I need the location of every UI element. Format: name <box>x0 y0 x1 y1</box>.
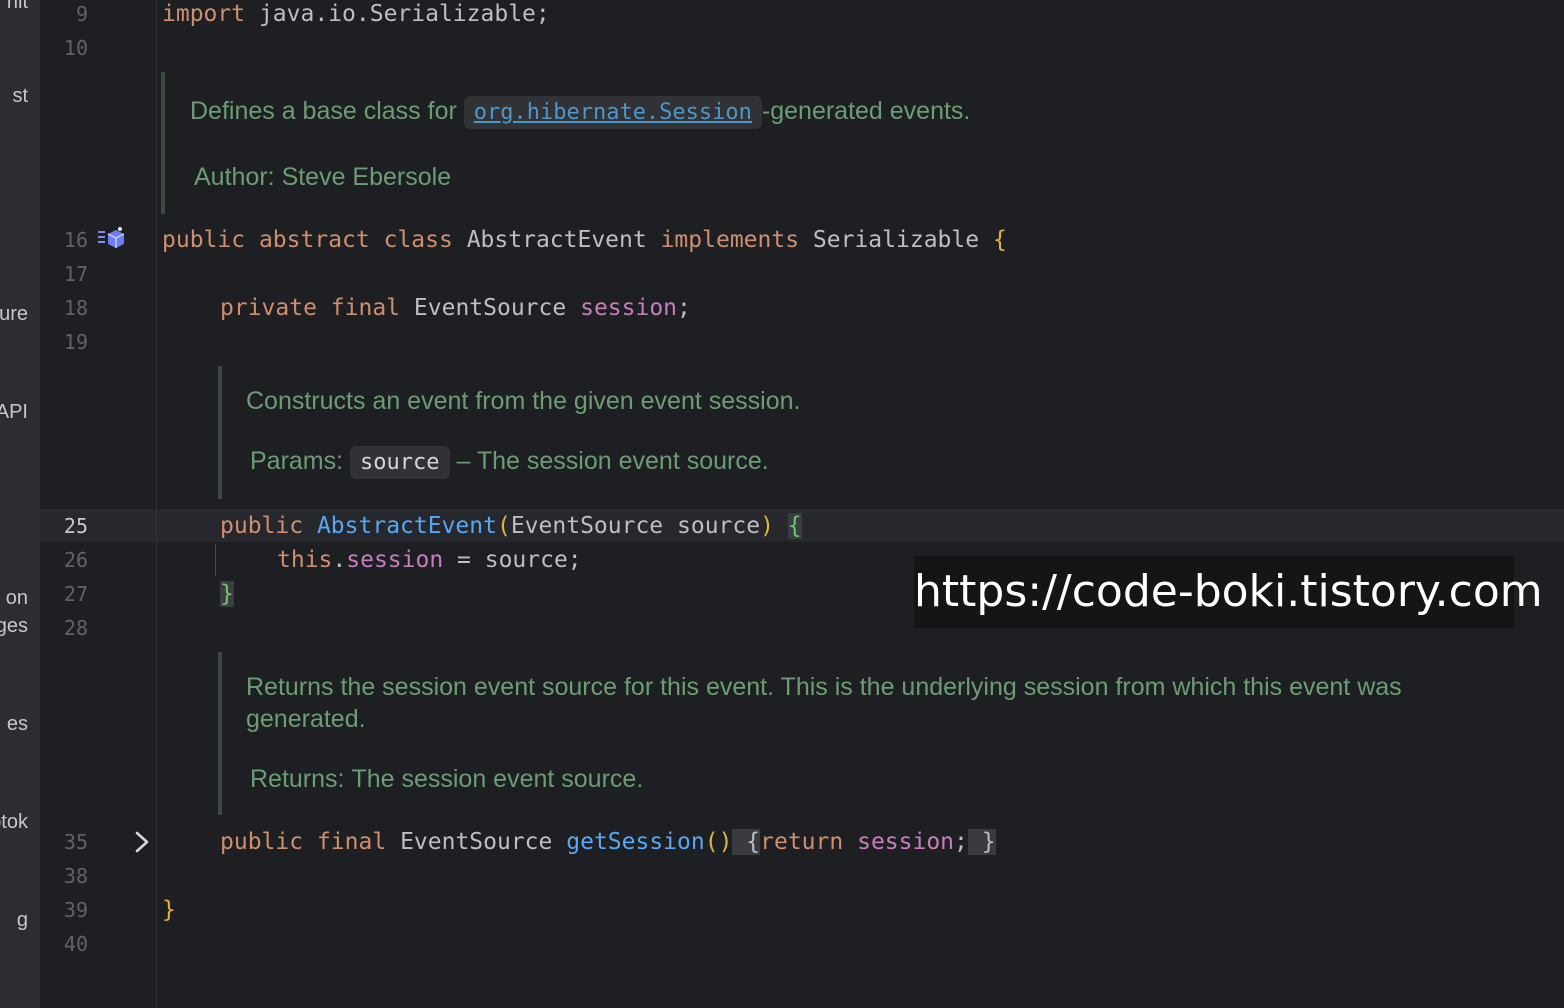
watermark: https://code-boki.tistory.com <box>914 556 1543 628</box>
code-line-18[interactable]: private final EventSource session; <box>220 291 691 325</box>
constructor-name: AbstractEvent <box>316 513 497 539</box>
fold-chevron-icon[interactable] <box>132 830 152 854</box>
implementations-icon[interactable] <box>97 225 127 251</box>
line-number[interactable]: 19 <box>40 325 88 359</box>
line-number[interactable]: 17 <box>40 257 88 291</box>
getter-doc-description: Returns the session event source for thi… <box>246 673 1402 733</box>
sidebar-item[interactable]: st <box>12 84 28 108</box>
doc-link-session[interactable]: org.hibernate.Session <box>463 96 762 129</box>
folded-region-close[interactable]: } <box>967 829 996 855</box>
class-doc-author: Author: Steve Ebersole <box>194 163 452 191</box>
code-line-9[interactable]: import java.io.Serializable; <box>162 0 550 31</box>
matched-brace: { <box>787 513 802 539</box>
matched-brace: } <box>220 581 234 607</box>
line-number[interactable]: 38 <box>40 859 88 893</box>
ctor-doc-description: Constructs an event from the given event… <box>246 387 801 415</box>
code-line-39[interactable]: } <box>162 893 176 927</box>
method-name: getSession <box>566 829 705 855</box>
sidebar-item[interactable]: nit <box>7 0 28 14</box>
class-name: AbstractEvent <box>466 227 647 253</box>
sidebar-item[interactable]: otok <box>0 810 28 834</box>
line-number[interactable]: 28 <box>40 611 88 645</box>
code-line-27[interactable]: } <box>220 577 234 611</box>
line-number[interactable]: 9 <box>40 0 88 31</box>
sidebar-item[interactable]: on <box>6 586 28 610</box>
line-number[interactable]: 26 <box>40 543 88 577</box>
field-session: session <box>580 295 678 321</box>
indent-guide <box>215 544 216 576</box>
line-number-current[interactable]: 25 <box>40 509 88 543</box>
code-line-26[interactable]: this.session = source; <box>277 543 582 577</box>
getter-doc-returns: Returns: The session event source. <box>250 765 644 793</box>
ctor-doc-params: Params: source – The session event sourc… <box>250 445 769 479</box>
line-number[interactable]: 40 <box>40 927 88 961</box>
editor-window: nit st ure API on ges es otok g 9 10 16 … <box>0 0 1564 1008</box>
folded-region-open[interactable]: { <box>732 829 761 855</box>
doc-comment-bar <box>218 366 222 499</box>
doc-comment-bar <box>161 72 165 214</box>
line-number[interactable]: 16 <box>40 223 88 257</box>
class-doc-description: Defines a base class for org.hibernate.S… <box>190 95 970 129</box>
line-number[interactable]: 18 <box>40 291 88 325</box>
param-source: source <box>350 446 450 479</box>
gutter-divider <box>156 0 157 1008</box>
line-number[interactable]: 35 <box>40 825 88 859</box>
code-line-25[interactable]: public AbstractEvent(EventSource source)… <box>220 509 802 543</box>
project-sidebar: nit st ure API on ges es otok g <box>0 0 40 1008</box>
code-line-16[interactable]: public abstract class AbstractEvent impl… <box>162 223 1007 257</box>
sidebar-item[interactable]: API <box>0 400 28 424</box>
keyword: import <box>162 1 246 27</box>
code-text: java.io.Serializable; <box>245 1 550 27</box>
doc-comment-bar <box>218 652 222 815</box>
code-line-35[interactable]: public final EventSource getSession() {r… <box>220 825 996 859</box>
line-number[interactable]: 27 <box>40 577 88 611</box>
sidebar-item[interactable]: ges <box>0 614 28 638</box>
sidebar-item[interactable]: ure <box>0 302 28 326</box>
sidebar-item[interactable]: es <box>7 712 28 736</box>
sidebar-item[interactable]: g <box>17 908 28 932</box>
line-number[interactable]: 39 <box>40 893 88 927</box>
line-number[interactable]: 10 <box>40 31 88 65</box>
